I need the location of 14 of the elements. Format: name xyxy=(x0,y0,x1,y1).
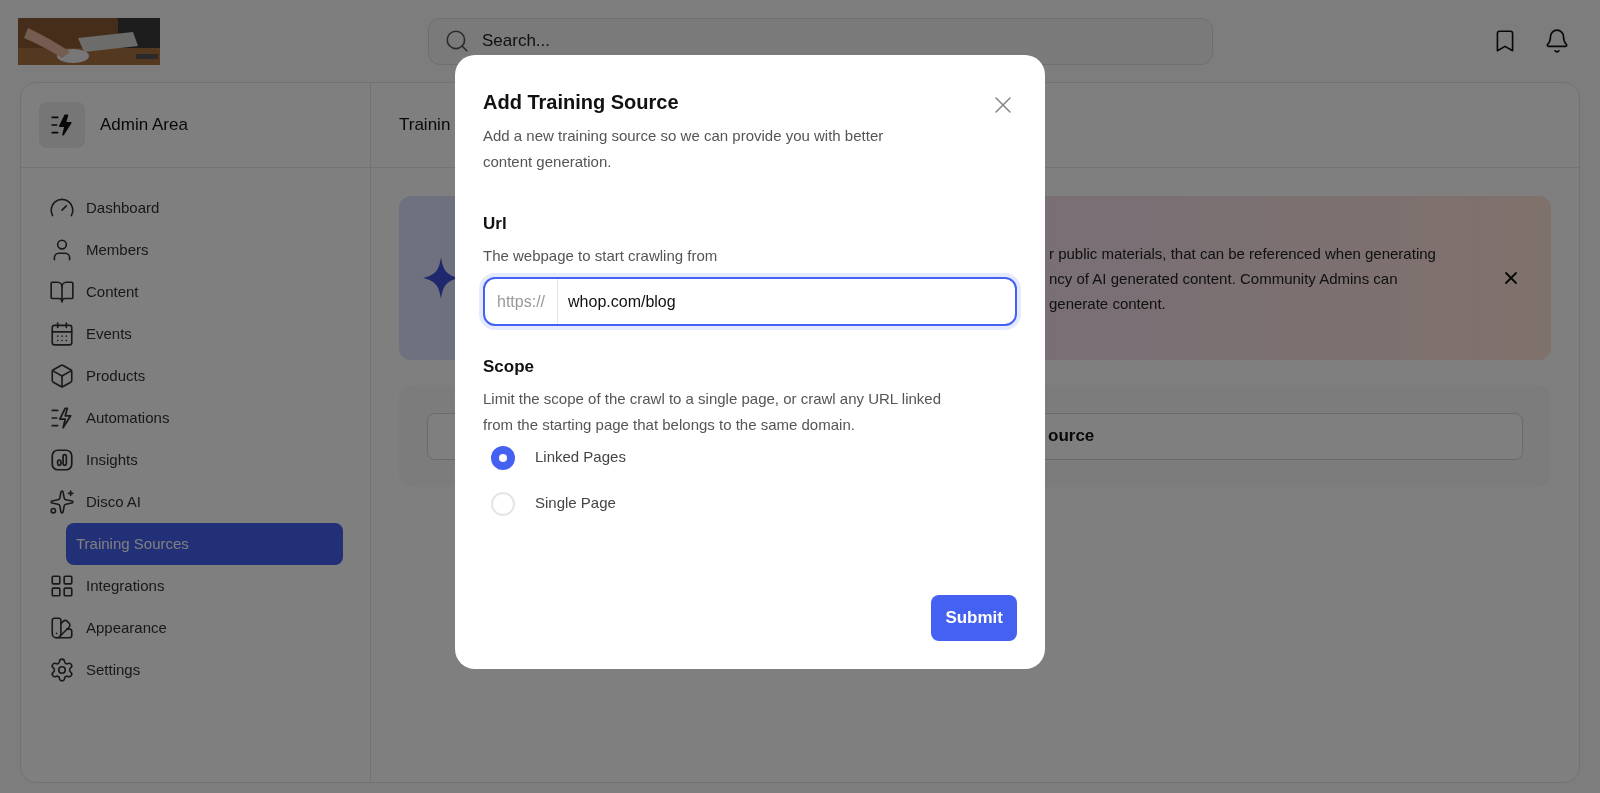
url-prefix: https:// xyxy=(485,279,559,324)
page-title: Trainin xyxy=(399,114,451,137)
field-hint: The webpage to start crawling from xyxy=(483,245,719,266)
sidebar-title: Admin Area xyxy=(100,114,188,137)
dialog-description: Add a new training source so we can provide you with better content generation. xyxy=(483,126,885,172)
banner-text: generate content. xyxy=(1049,293,1167,314)
field-hint: Limit the scope of the crawl to a single page, or crawl any URL linked from the starting page that belongs to the same domain. xyxy=(483,388,942,435)
radio-label: Linked Pages xyxy=(535,447,626,468)
dialog-title: Add Training Source xyxy=(483,90,680,115)
banner-text: ncy of AI generated content. Community Admins can xyxy=(1049,268,1399,289)
field-label: Scope xyxy=(483,356,536,378)
banner-text: r public materials, that can be referenced when generating xyxy=(1049,243,1436,264)
radio-label: Single Page xyxy=(535,493,616,514)
field-label: Url xyxy=(483,213,508,235)
